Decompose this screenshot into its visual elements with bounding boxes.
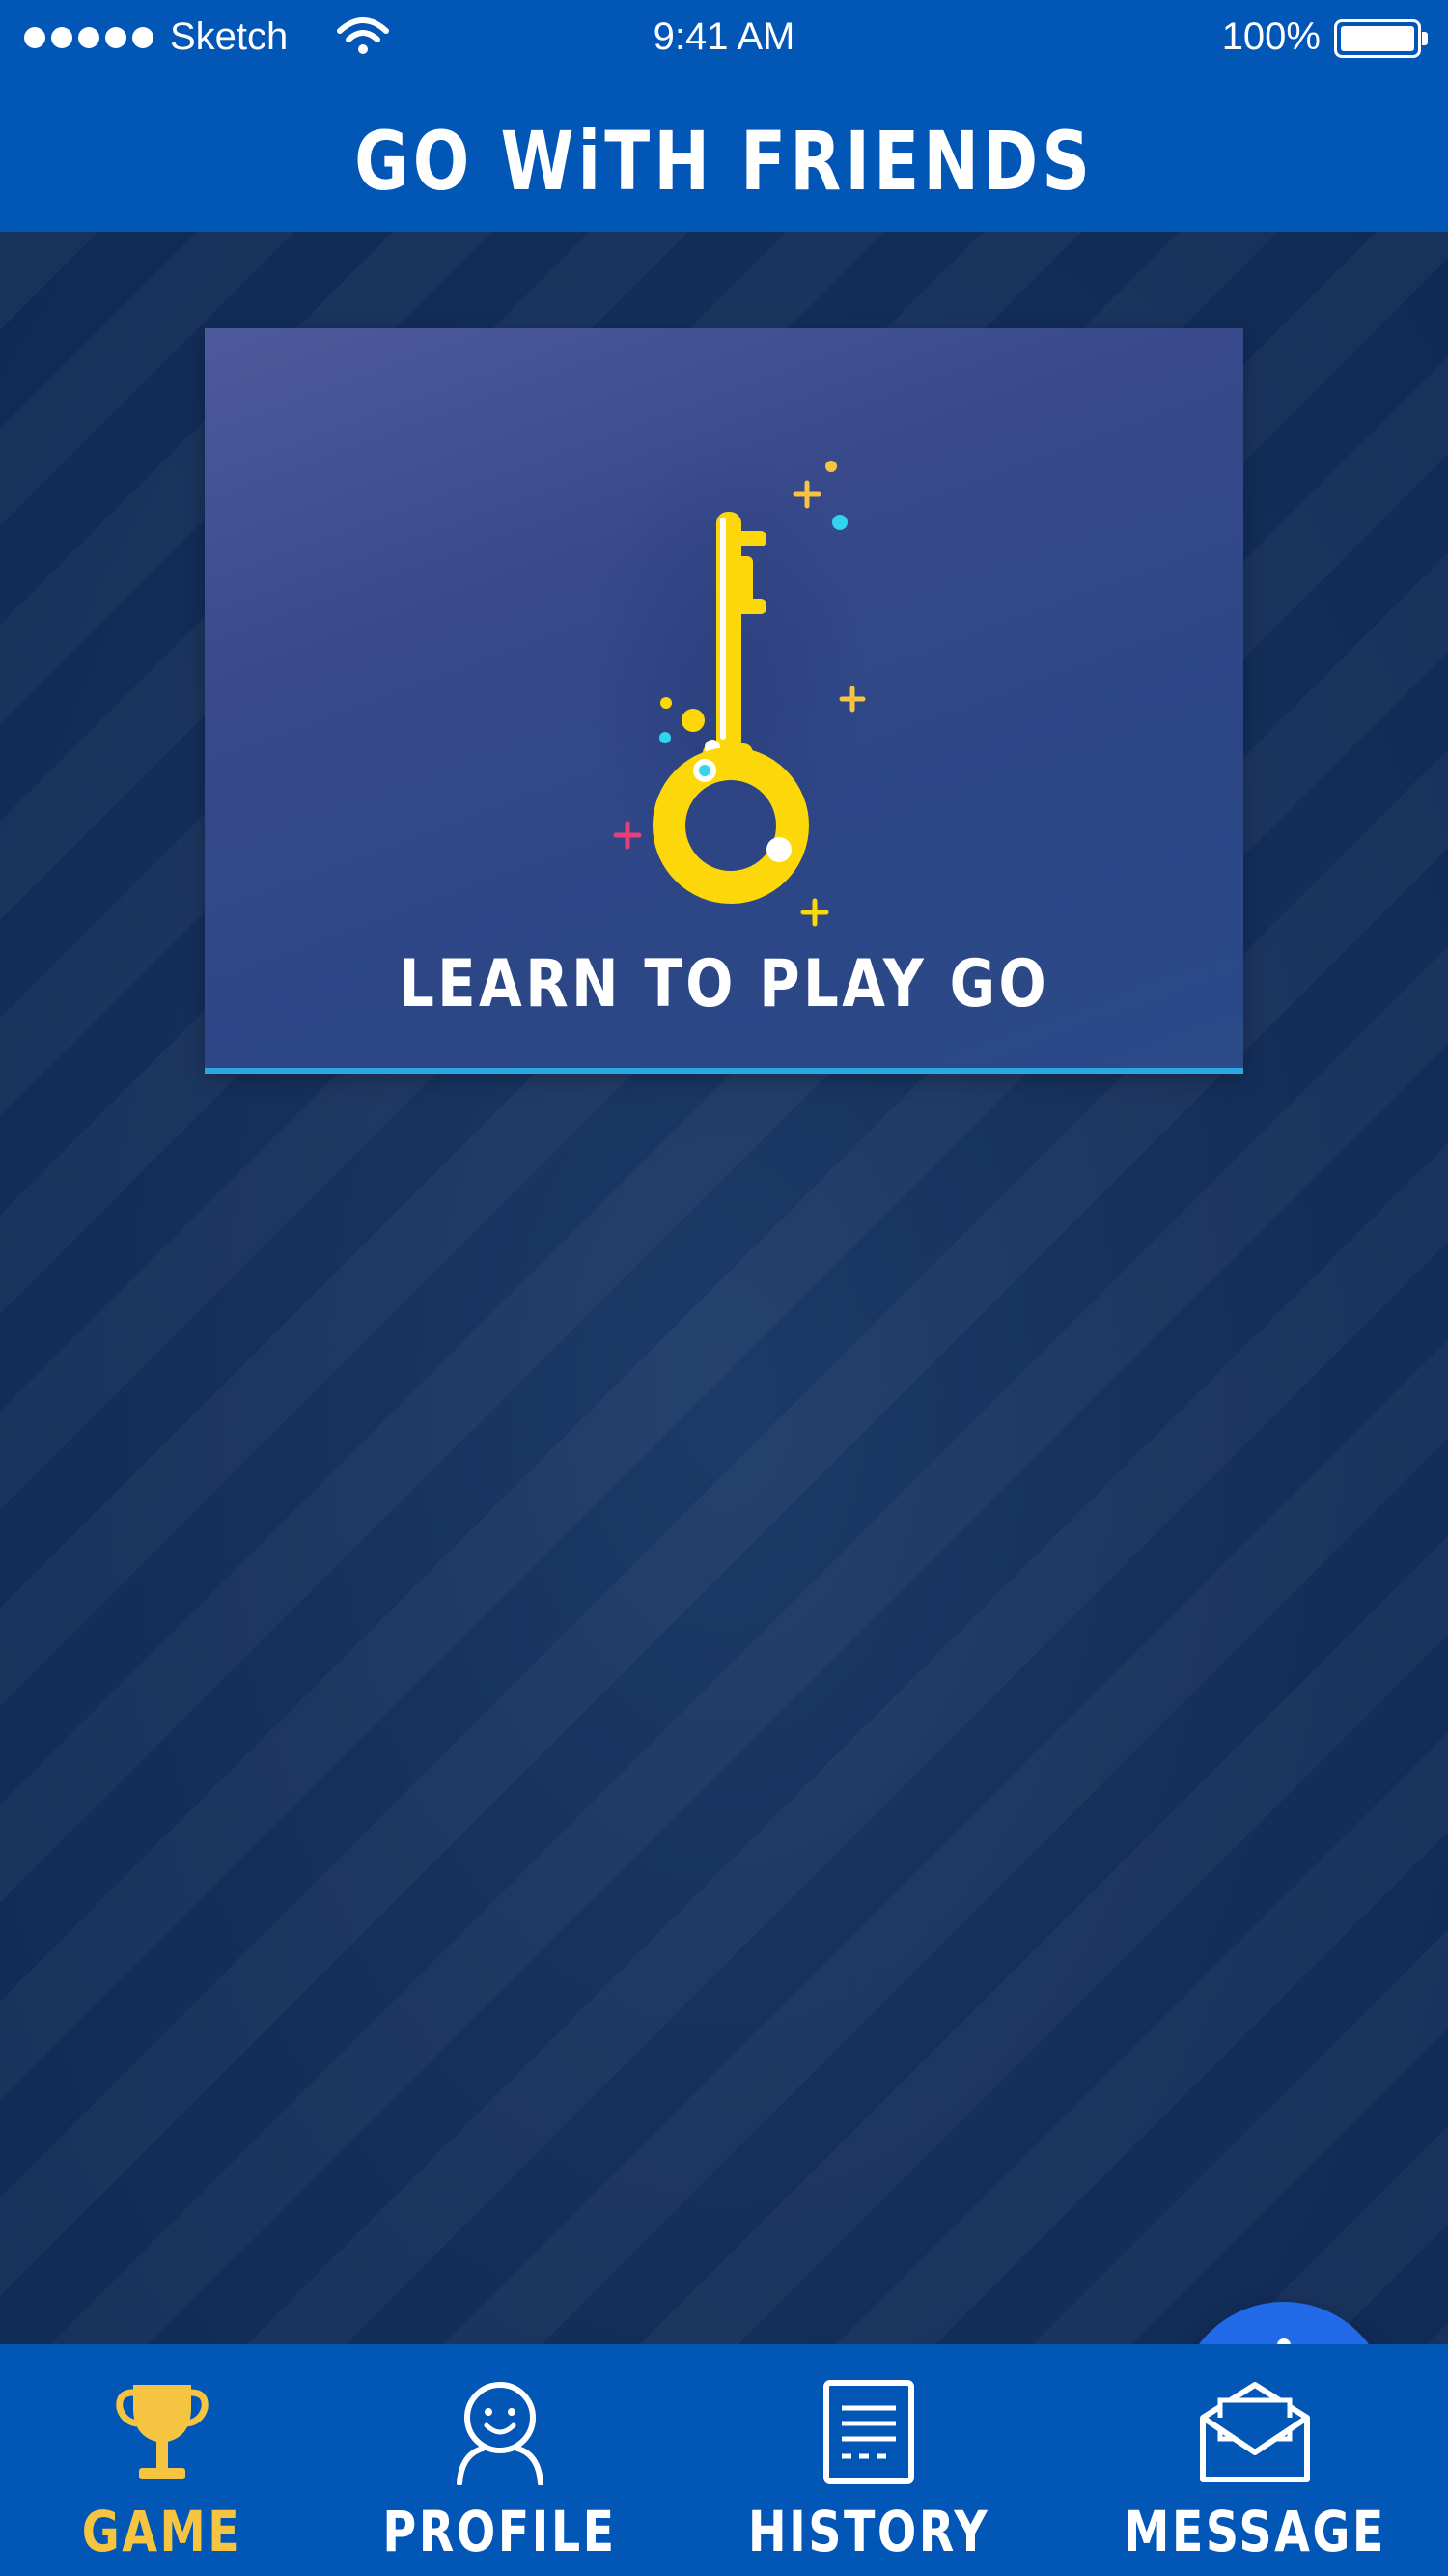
tab-message-label: MESSAGE — [1124, 2499, 1386, 2564]
status-bar: Sketch 9:41 AM 100% — [0, 0, 1448, 79]
key-icon — [591, 444, 866, 927]
learn-to-play-card[interactable]: LEARN TO PLAY GO — [205, 328, 1243, 1074]
user-icon — [456, 2382, 543, 2485]
envelope-icon — [1200, 2382, 1310, 2482]
tab-profile-label: PROFILE — [382, 2499, 617, 2564]
tab-message[interactable]: MESSAGE — [1062, 2344, 1448, 2576]
app-title: GO WiTH FRIENDS — [354, 114, 1094, 209]
battery-percentage: 100% — [1221, 15, 1321, 58]
app-header: GO WiTH FRIENDS — [0, 79, 1448, 232]
tab-bar: GAME PROFILE HISTORY MESSAGE — [0, 2344, 1448, 2576]
document-icon — [823, 2380, 914, 2484]
card-title: LEARN TO PLAY GO — [398, 946, 1050, 1022]
battery-icon — [1334, 19, 1428, 58]
tab-profile[interactable]: PROFILE — [323, 2344, 676, 2576]
tab-history-label: HISTORY — [747, 2499, 990, 2564]
trophy-icon — [115, 2385, 209, 2479]
tab-history[interactable]: HISTORY — [676, 2344, 1062, 2576]
tab-game-label: GAME — [81, 2499, 242, 2564]
main-content: LEARN TO PLAY GO — [0, 232, 1448, 2514]
tab-game[interactable]: GAME — [0, 2344, 323, 2576]
